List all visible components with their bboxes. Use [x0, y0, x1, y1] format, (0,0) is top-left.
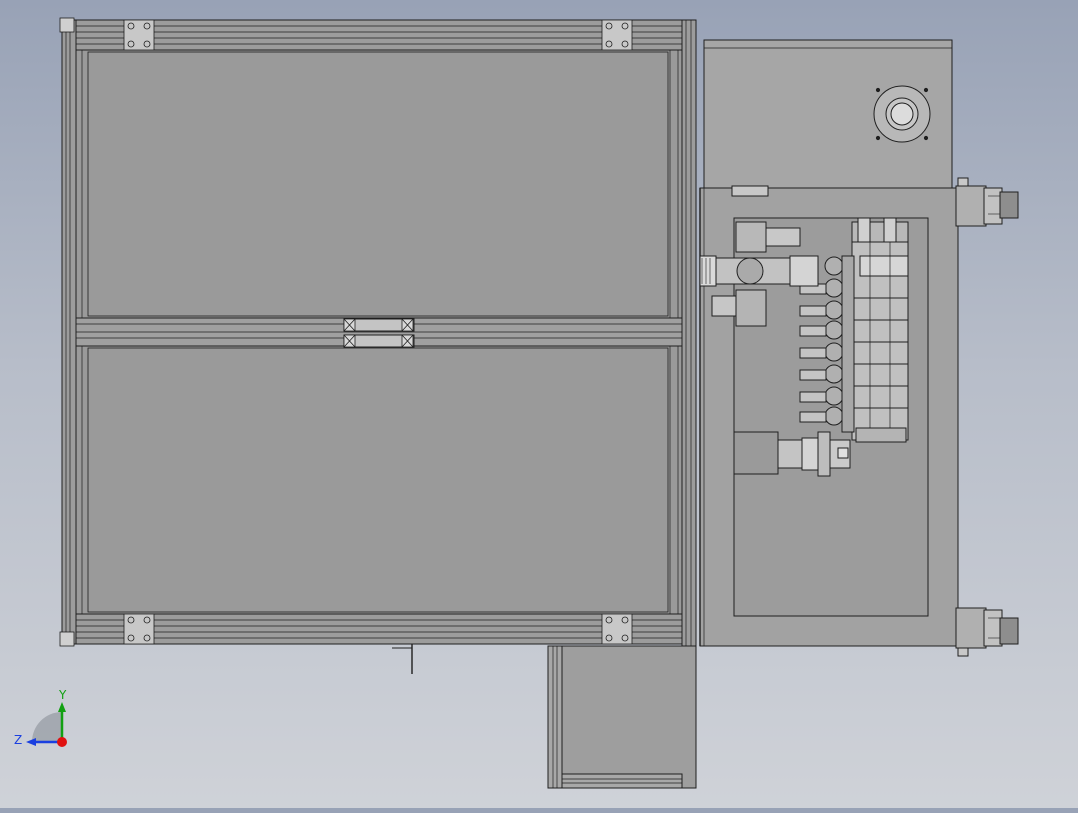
upper-panel	[75, 49, 683, 319]
lower-panel	[75, 345, 683, 615]
view-triad-icon	[26, 702, 67, 747]
valve-manifold	[851, 217, 909, 443]
cad-viewport[interactable]: Y Z	[0, 0, 1078, 808]
bottom-rail	[61, 613, 697, 645]
triad-z-label: Z	[14, 733, 22, 747]
top-rail	[61, 19, 697, 51]
port-flange	[873, 85, 931, 143]
triad-y-label: Y	[58, 688, 67, 702]
left-post	[61, 19, 77, 645]
right-assembly	[699, 39, 1019, 657]
side-mount-top	[955, 177, 1019, 227]
assembly-drawing[interactable]: Y Z	[0, 0, 1078, 808]
side-mount-bottom	[955, 607, 1019, 657]
bottom-extension	[547, 645, 697, 789]
